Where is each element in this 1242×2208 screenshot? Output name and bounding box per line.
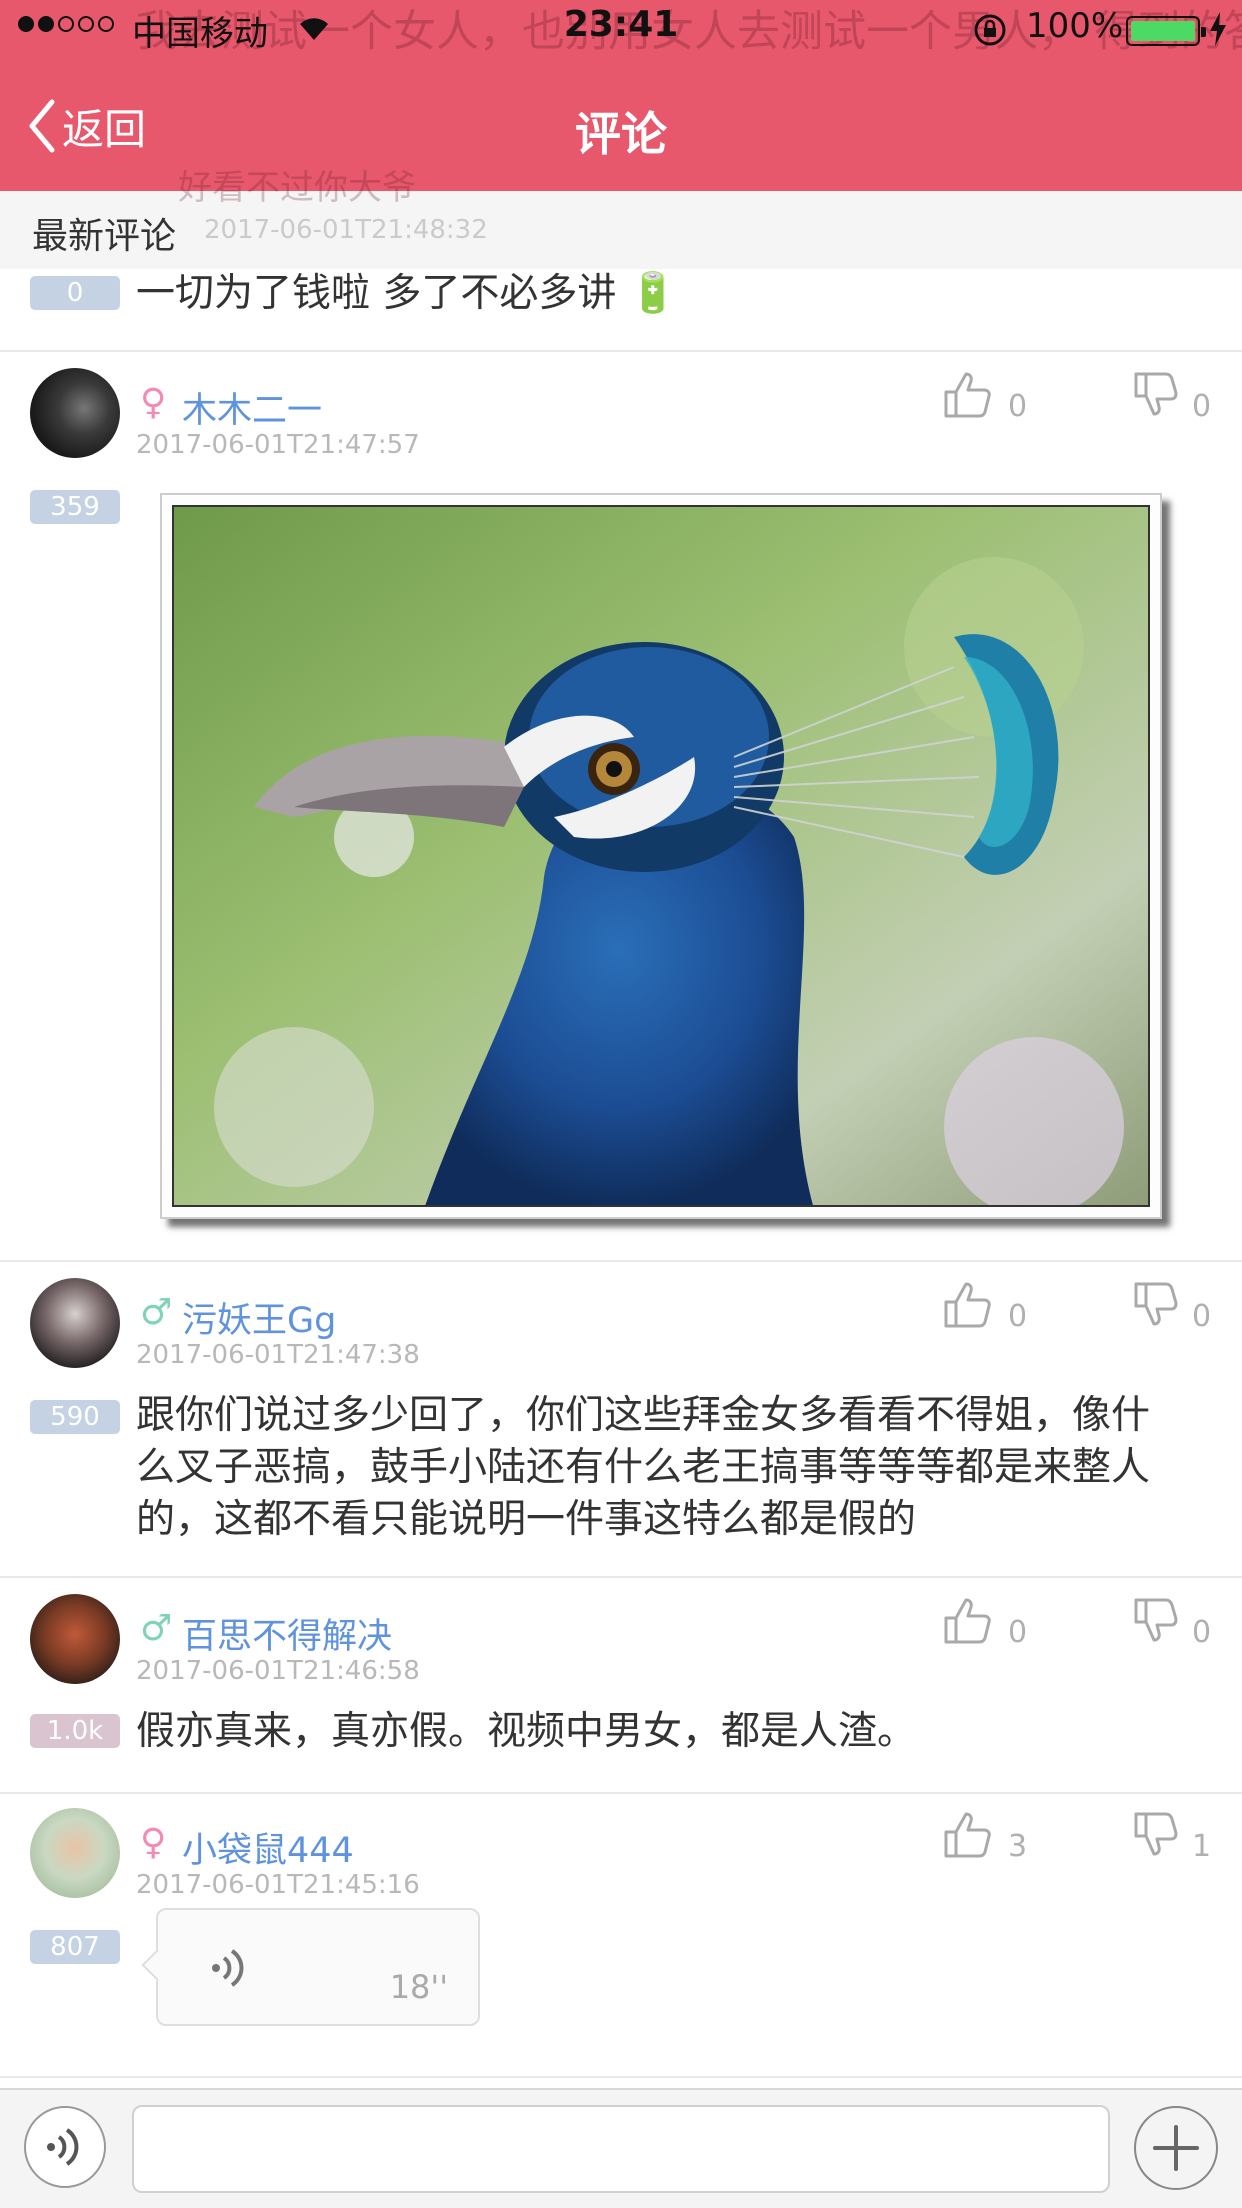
username[interactable]: 百思不得解决 — [182, 1608, 392, 1659]
add-attachment-button[interactable] — [1134, 2106, 1218, 2190]
dislike-count: 0 — [1192, 1615, 1212, 1650]
plus-icon — [1153, 2125, 1199, 2171]
thumbs-up-icon — [944, 1812, 991, 1858]
username[interactable]: 木木二一 — [182, 382, 322, 433]
comment-text: 一切为了钱啦 多了不必多讲 🔋 — [136, 271, 678, 316]
voice-duration: 18'' — [389, 1968, 448, 2006]
play-count-badge: 0 — [30, 276, 120, 310]
divider — [0, 1576, 1242, 1578]
battery-icon — [1126, 16, 1206, 46]
dislike-count: 0 — [1192, 389, 1212, 424]
thumbs-down-icon — [1134, 372, 1178, 416]
avatar[interactable] — [30, 368, 120, 458]
comment-image[interactable] — [160, 493, 1162, 1219]
dislike-button[interactable]: 1 — [1132, 1810, 1211, 1864]
thumbs-up-icon — [944, 1598, 991, 1644]
thumbs-up-icon — [944, 372, 991, 418]
section-title: 最新评论 — [32, 216, 177, 257]
dislike-button[interactable]: 0 — [1132, 1596, 1211, 1650]
thumbs-down-icon — [1134, 1282, 1178, 1326]
like-count: 0 — [1008, 1299, 1028, 1334]
comment-input-bar — [0, 2088, 1242, 2208]
orientation-lock-icon — [974, 14, 1006, 46]
status-bar: 中国移动 23:41 100% — [0, 0, 1242, 60]
comment-time: 2017-06-01T21:47:38 — [136, 1340, 420, 1370]
comment-input[interactable] — [132, 2105, 1110, 2193]
battery-percent: 100% — [1026, 6, 1124, 46]
avatar[interactable] — [30, 1808, 120, 1898]
like-button[interactable]: 0 — [942, 370, 1027, 424]
like-count: 0 — [1008, 389, 1028, 424]
avatar[interactable] — [30, 1594, 120, 1684]
like-button[interactable]: 3 — [942, 1810, 1027, 1864]
play-count-badge: 359 — [30, 490, 120, 524]
like-button[interactable]: 0 — [942, 1280, 1027, 1334]
comment-time: 2017-06-01T21:46:58 — [136, 1656, 420, 1686]
dislike-button[interactable]: 0 — [1132, 370, 1211, 424]
username[interactable]: 污妖王Gg — [182, 1292, 336, 1343]
charging-icon — [1210, 12, 1226, 46]
divider — [0, 1260, 1242, 1262]
bubble-tail — [141, 1949, 173, 1981]
dislike-button[interactable]: 0 — [1132, 1280, 1211, 1334]
play-count-badge: 807 — [30, 1930, 120, 1964]
comment-time: 2017-06-01T21:47:57 — [136, 430, 420, 460]
like-count: 0 — [1008, 1615, 1028, 1650]
comment-text: 跟你们说过多少回了，你们这些拜金女多看看不得姐，像什么叉子恶搞，鼓手小陆还有什么… — [136, 1393, 1151, 1542]
divider — [0, 2076, 1242, 2078]
play-count-badge: 1.0k — [30, 1714, 120, 1748]
male-icon: ♂ — [140, 1608, 173, 1649]
behind-comment-username: 好看不过你大爷 — [178, 168, 416, 208]
divider — [0, 1792, 1242, 1794]
play-count-badge: 590 — [30, 1400, 120, 1434]
voice-message-bubble[interactable]: 18'' — [141, 1908, 480, 2026]
thumbs-up-icon — [944, 1282, 991, 1328]
like-button[interactable]: 0 — [942, 1596, 1027, 1650]
dislike-count: 0 — [1192, 1299, 1212, 1334]
voice-wave-icon — [47, 2128, 79, 2166]
thumbs-down-icon — [1134, 1812, 1178, 1856]
page-title: 评论 — [575, 107, 667, 161]
like-count: 3 — [1008, 1829, 1028, 1864]
female-icon: ♀ — [140, 1822, 167, 1863]
comment-text: 假亦真来，真亦假。视频中男女，都是人渣。 — [136, 1709, 917, 1754]
female-icon: ♀ — [140, 382, 167, 423]
male-icon: ♂ — [140, 1292, 173, 1333]
voice-input-button[interactable] — [24, 2106, 106, 2188]
dislike-count: 1 — [1192, 1829, 1212, 1864]
behind-comment-date: 2017-06-01T21:48:32 — [204, 215, 488, 245]
peacock-photo — [172, 505, 1150, 1207]
username[interactable]: 小袋鼠444 — [182, 1822, 354, 1873]
avatar[interactable] — [30, 1278, 120, 1368]
comment-time: 2017-06-01T21:45:16 — [136, 1870, 420, 1900]
thumbs-down-icon — [1134, 1598, 1178, 1642]
voice-wave-icon — [212, 1949, 244, 1987]
divider — [0, 350, 1242, 352]
